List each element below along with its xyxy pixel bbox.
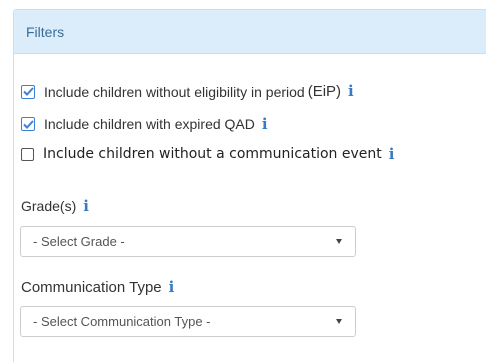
checkbox-label-expired-qad: Include children with expired QAD <box>44 116 255 132</box>
grade-select-value: - Select Grade - <box>33 234 125 249</box>
info-icon[interactable]: i <box>262 116 268 132</box>
caret-down-icon <box>336 238 342 244</box>
panel-title: Filters <box>26 23 65 40</box>
info-icon[interactable]: i <box>169 280 175 295</box>
info-icon[interactable]: i <box>389 146 395 162</box>
checkbox-row-expired-qad[interactable]: Include children with expired QAD i <box>21 116 268 132</box>
communication-type-select[interactable]: - Select Communication Type - <box>20 306 356 337</box>
communication-type-label-row: Communication Type i <box>21 279 174 296</box>
info-icon[interactable]: i <box>348 84 354 99</box>
communication-type-select-value: - Select Communication Type - <box>33 314 211 329</box>
checkbox-row-eip[interactable]: Include children without eligibility in … <box>21 83 354 100</box>
checkbox-label-eip-suffix: (EiP) <box>307 83 342 100</box>
panel-heading: Filters <box>14 10 486 54</box>
grade-select[interactable]: - Select Grade - <box>20 226 356 257</box>
communication-type-label: Communication Type <box>21 279 162 296</box>
info-icon[interactable]: i <box>83 198 89 214</box>
checkbox-row-no-communication[interactable]: Include children without a communication… <box>21 146 394 162</box>
checkbox-checked-icon[interactable] <box>21 117 35 131</box>
checkbox-label-no-communication: Include children without a communication… <box>43 146 382 162</box>
checkbox-checked-icon[interactable] <box>21 84 35 99</box>
checkbox-unchecked-icon[interactable] <box>21 147 34 161</box>
checkbox-label-eip: Include children without eligibility in … <box>44 83 305 100</box>
caret-down-icon <box>336 318 342 324</box>
grades-label-row: Grade(s) i <box>21 198 89 214</box>
grades-label: Grade(s) <box>21 198 77 214</box>
